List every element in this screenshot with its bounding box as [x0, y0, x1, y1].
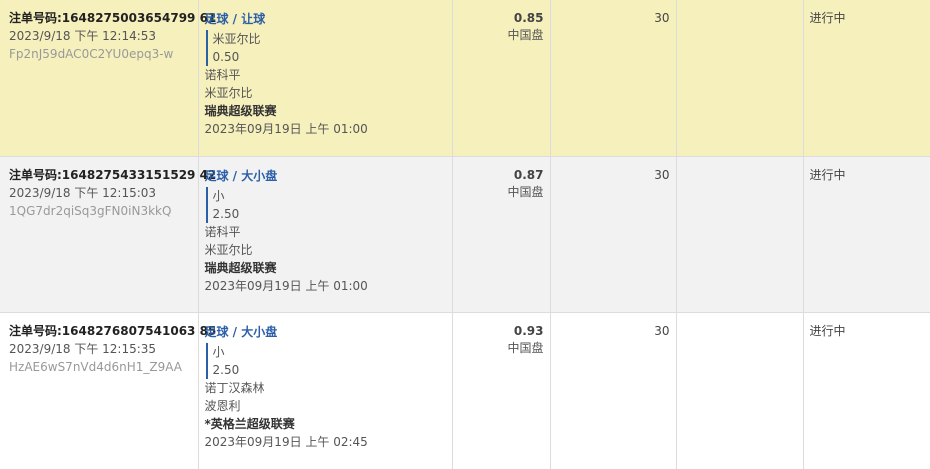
table-row: 注单号码:1648275433151529 42 2023/9/18 下午 12… [0, 156, 930, 313]
stake-cell: 30 [550, 0, 677, 157]
bet-time: 2023/9/18 下午 12:15:03 [9, 185, 157, 200]
home-team: 诺科平 [204, 68, 241, 82]
pick-handicap: 2.50 [212, 206, 240, 221]
market-type: 中国盘 [507, 28, 544, 42]
market-type: 中国盘 [507, 184, 544, 199]
away-team: 米亚尔比 [204, 86, 253, 100]
status-cell: 进行中 [803, 312, 930, 469]
table-row: 注单号码:1648276807541063 85 2023/9/18 下午 12… [0, 312, 930, 469]
pick-handicap: 0.50 [212, 50, 240, 64]
stake-amount: 30 [654, 323, 670, 338]
bet-detail-cell: 足球 / 大小盘 小 2.50 诺丁汉森林 波恩利 *英格兰超级联赛 2023年… [198, 312, 453, 469]
ticket-cell: 注单号码:1648276807541063 85 2023/9/18 下午 12… [0, 312, 217, 469]
bet-detail-cell: 足球 / 让球 米亚尔比 0.50 诺科平 米亚尔比 瑞典超级联赛 2023年0… [198, 0, 453, 157]
pick-selection: 小 [212, 188, 225, 203]
match-time: 2023年09月19日 上午 01:00 [204, 122, 368, 136]
status-badge: 进行中 [809, 167, 846, 182]
bet-code: 1QG7dr2qiSq3gFN0iN3kkQ [9, 203, 172, 218]
ticket-cell: 注单号码:1648275433151529 42 2023/9/18 下午 12… [0, 156, 217, 313]
bet-detail-cell: 足球 / 大小盘 小 2.50 诺科平 米亚尔比 瑞典超级联赛 2023年09月… [198, 156, 453, 313]
bet-type: 足球 / 让球 [204, 12, 266, 26]
bet-time: 2023/9/18 下午 12:15:35 [9, 341, 157, 356]
away-team: 米亚尔比 [204, 242, 253, 257]
ticket-cell: 注单号码:1648275003654799 61 2023/9/18 下午 12… [0, 0, 217, 157]
ticket-number: 注单号码:1648275433151529 42 [9, 167, 217, 182]
bet-pick: 米亚尔比 0.50 [205, 30, 452, 66]
bet-pick: 小 2.50 [205, 342, 452, 379]
odds-cell: 0.85 中国盘 [452, 0, 551, 157]
home-team: 诺丁汉森林 [204, 380, 265, 395]
league-name: 瑞典超级联赛 [204, 104, 277, 118]
pick-handicap: 2.50 [212, 362, 240, 377]
bet-pick: 小 2.50 [205, 186, 452, 223]
status-badge: 进行中 [809, 11, 846, 25]
stake-amount: 30 [654, 11, 670, 25]
odds-cell: 0.87 中国盘 [452, 156, 551, 313]
result-cell [676, 0, 804, 157]
table-row: 注单号码:1648275003654799 61 2023/9/18 下午 12… [0, 0, 930, 157]
away-team: 波恩利 [204, 398, 241, 413]
market-type: 中国盘 [507, 340, 544, 355]
league-name: 瑞典超级联赛 [204, 260, 277, 275]
match-time: 2023年09月19日 上午 02:45 [204, 434, 368, 449]
odds-value: 0.93 [513, 323, 544, 338]
odds-value: 0.85 [513, 11, 544, 25]
home-team: 诺科平 [204, 224, 241, 239]
bet-time: 2023/9/18 下午 12:14:53 [9, 29, 157, 43]
stake-cell: 30 [550, 156, 677, 313]
stake-amount: 30 [654, 167, 670, 182]
odds-value: 0.87 [513, 167, 544, 182]
odds-cell: 0.93 中国盘 [452, 312, 551, 469]
league-name: *英格兰超级联赛 [204, 416, 295, 431]
status-cell: 进行中 [803, 156, 930, 313]
bet-code: HzAE6wS7nVd4d6nH1_Z9AA [9, 359, 183, 374]
status-cell: 进行中 [803, 0, 930, 157]
pick-selection: 小 [212, 344, 225, 359]
bet-code: Fp2nJ59dAC0C2YU0epq3-w [9, 47, 174, 61]
status-badge: 进行中 [809, 323, 846, 338]
ticket-number: 注单号码:1648276807541063 85 [9, 323, 217, 338]
result-cell [676, 156, 804, 313]
pick-selection: 米亚尔比 [212, 32, 261, 46]
bet-history-table: 注单号码:1648275003654799 61 2023/9/18 下午 12… [0, 0, 930, 469]
stake-cell: 30 [550, 312, 677, 469]
match-time: 2023年09月19日 上午 01:00 [204, 278, 368, 293]
bet-type: 足球 / 大小盘 [204, 324, 278, 339]
bet-type: 足球 / 大小盘 [204, 168, 278, 183]
result-cell [676, 312, 804, 469]
ticket-number: 注单号码:1648275003654799 61 [9, 11, 217, 25]
